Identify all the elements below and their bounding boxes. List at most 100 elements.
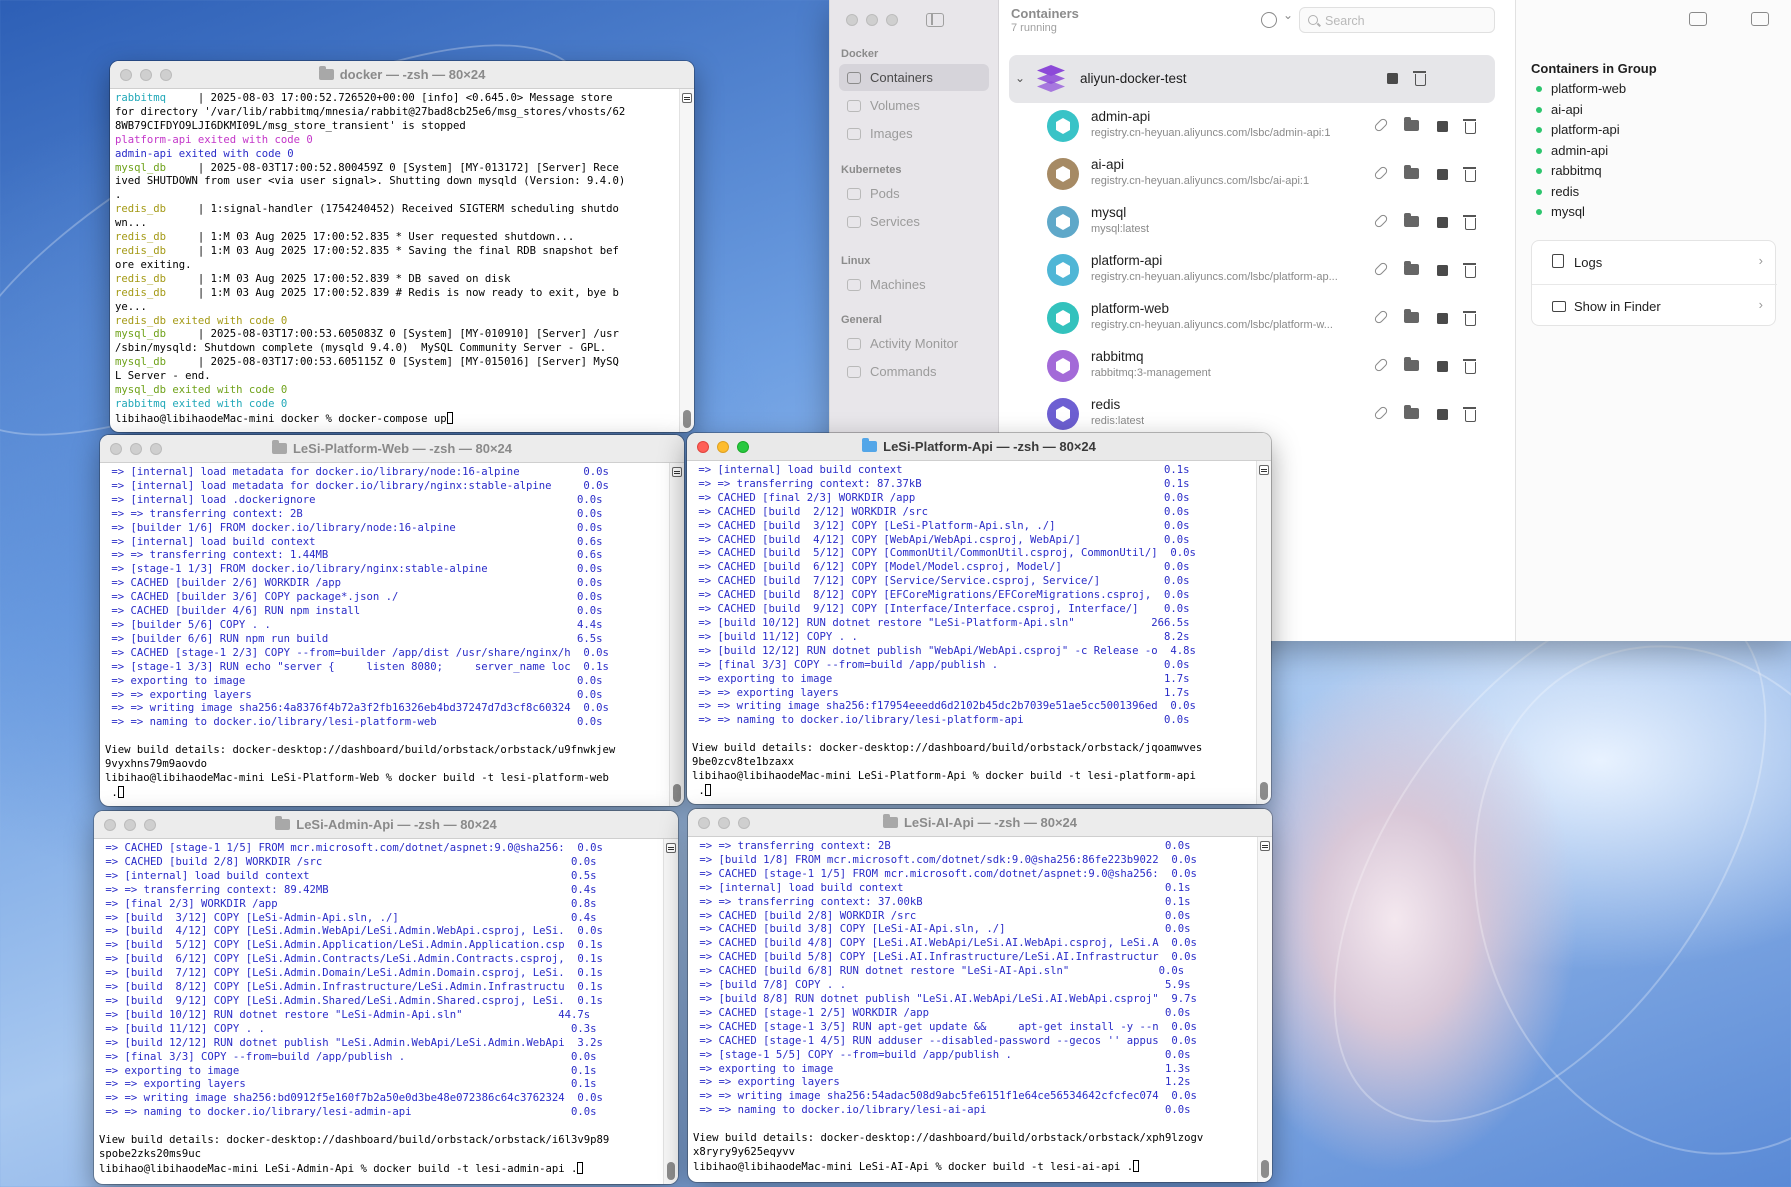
sidebar-item-containers[interactable]: Containers	[839, 64, 989, 91]
folder-icon[interactable]	[1404, 213, 1419, 227]
scrollbar[interactable]	[1257, 837, 1272, 1182]
show-in-finder-action[interactable]: Show in Finder ›	[1532, 285, 1777, 328]
sidebar-item-volumes[interactable]: Volumes	[839, 92, 989, 119]
terminal-output[interactable]: => => transferring context: 2B 0.0s => […	[688, 837, 1272, 1182]
terminal-titlebar[interactable]: LeSi-Platform-Api — -zsh — 80×24	[687, 433, 1271, 461]
container-row[interactable]: platform-api registry.cn-heyuan.aliyuncs.…	[999, 247, 1516, 295]
container-row[interactable]: platform-web registry.cn-heyuan.aliyuncs.…	[999, 295, 1516, 343]
container-row[interactable]: ai-api registry.cn-heyuan.aliyuncs.com/ls…	[999, 151, 1516, 199]
sidebar-item-activity-monitor[interactable]: Activity Monitor	[839, 330, 989, 357]
terminal-titlebar[interactable]: LeSi-Admin-Api — -zsh — 80×24	[94, 811, 678, 839]
minimize-button[interactable]	[124, 819, 136, 831]
minimize-button[interactable]	[718, 817, 730, 829]
zoom-button[interactable]	[160, 69, 172, 81]
scroll-menu-icon[interactable]	[682, 93, 692, 103]
minimize-button[interactable]	[717, 441, 729, 453]
container-group-row[interactable]: ⌄ aliyun-docker-test	[1009, 55, 1495, 103]
zoom-button[interactable]	[886, 14, 898, 26]
delete-icon[interactable]	[1463, 263, 1476, 278]
link-icon[interactable]	[1373, 357, 1389, 373]
delete-icon[interactable]	[1463, 119, 1476, 134]
sidebar-item-services[interactable]: Services	[839, 208, 989, 235]
terminal-titlebar[interactable]: docker — -zsh — 80×24	[110, 61, 694, 89]
container-row[interactable]: redis redis:latest	[999, 391, 1516, 439]
zoom-button[interactable]	[150, 443, 162, 455]
terminal-window-platform-api[interactable]: LeSi-Platform-Api — -zsh — 80×24 => [int…	[687, 433, 1271, 804]
delete-icon[interactable]	[1413, 71, 1426, 86]
scroll-thumb[interactable]	[683, 410, 691, 428]
stop-icon[interactable]	[1437, 169, 1448, 180]
stop-icon[interactable]	[1437, 361, 1448, 372]
terminal-titlebar[interactable]: LeSi-Platform-Web — -zsh — 80×24	[100, 435, 684, 463]
delete-icon[interactable]	[1463, 311, 1476, 326]
zoom-button[interactable]	[737, 441, 749, 453]
close-button[interactable]	[697, 441, 709, 453]
container-row[interactable]: rabbitmq rabbitmq:3-management	[999, 343, 1516, 391]
scroll-thumb[interactable]	[1261, 1160, 1269, 1178]
minimize-button[interactable]	[130, 443, 142, 455]
link-icon[interactable]	[1373, 165, 1389, 181]
scrollbar[interactable]	[1256, 461, 1271, 804]
delete-icon[interactable]	[1463, 167, 1476, 182]
close-button[interactable]	[110, 443, 122, 455]
zoom-button[interactable]	[144, 819, 156, 831]
terminal-output[interactable]: rabbitmq | 2025-08-03 17:00:52.726520+00…	[110, 89, 694, 432]
scroll-thumb[interactable]	[667, 1162, 675, 1180]
stop-icon[interactable]	[1437, 409, 1448, 420]
delete-icon[interactable]	[1463, 407, 1476, 422]
folder-icon[interactable]	[1404, 117, 1419, 131]
sidebar-item-pods[interactable]: Pods	[839, 180, 989, 207]
inbox-icon[interactable]	[1689, 12, 1707, 26]
link-icon[interactable]	[1373, 117, 1389, 133]
link-icon[interactable]	[1373, 261, 1389, 277]
stop-icon[interactable]	[1437, 313, 1448, 324]
terminal-window-docker[interactable]: docker — -zsh — 80×24 rabbitmq | 2025-08-…	[110, 61, 694, 432]
link-icon[interactable]	[1373, 213, 1389, 229]
search-input[interactable]: Search	[1299, 7, 1495, 33]
link-icon[interactable]	[1373, 309, 1389, 325]
stop-icon[interactable]	[1437, 121, 1448, 132]
terminal-output[interactable]: => [internal] load build context 0.1s =>…	[687, 461, 1271, 804]
close-button[interactable]	[698, 817, 710, 829]
stop-icon[interactable]	[1387, 73, 1398, 84]
filter-icon[interactable]	[1261, 8, 1293, 28]
folder-icon[interactable]	[1404, 309, 1419, 323]
minimize-button[interactable]	[140, 69, 152, 81]
terminal-output[interactable]: => CACHED [stage-1 1/5] FROM mcr.microso…	[94, 839, 678, 1184]
terminal-titlebar[interactable]: LeSi-AI-Api — -zsh — 80×24	[688, 809, 1272, 837]
scroll-menu-icon[interactable]	[1259, 465, 1269, 475]
terminal-window-admin-api[interactable]: LeSi-Admin-Api — -zsh — 80×24 => CACHED …	[94, 811, 678, 1184]
terminal-window-platform-web[interactable]: LeSi-Platform-Web — -zsh — 80×24 => [int…	[100, 435, 684, 806]
close-button[interactable]	[120, 69, 132, 81]
scrollbar[interactable]	[679, 89, 694, 432]
scroll-thumb[interactable]	[673, 784, 681, 802]
sidebar-item-commands[interactable]: Commands	[839, 358, 989, 385]
close-button[interactable]	[846, 14, 858, 26]
sidebar-toggle-icon[interactable]	[926, 13, 944, 27]
stop-icon[interactable]	[1437, 265, 1448, 276]
scrollbar[interactable]	[663, 839, 678, 1184]
zoom-button[interactable]	[738, 817, 750, 829]
folder-icon[interactable]	[1404, 405, 1419, 419]
scroll-menu-icon[interactable]	[672, 467, 682, 477]
scroll-menu-icon[interactable]	[666, 843, 676, 853]
link-icon[interactable]	[1373, 405, 1389, 421]
container-row[interactable]: admin-api registry.cn-heyuan.aliyuncs.com…	[999, 103, 1516, 151]
container-row[interactable]: mysql mysql:latest	[999, 199, 1516, 247]
scrollbar[interactable]	[669, 463, 684, 806]
scroll-menu-icon[interactable]	[1260, 841, 1270, 851]
sidebar-item-images[interactable]: Images	[839, 120, 989, 147]
folder-icon[interactable]	[1404, 357, 1419, 371]
panel-icon[interactable]	[1751, 12, 1769, 26]
folder-icon[interactable]	[1404, 165, 1419, 179]
stop-icon[interactable]	[1437, 217, 1448, 228]
terminal-output[interactable]: => [internal] load metadata for docker.i…	[100, 463, 684, 806]
delete-icon[interactable]	[1463, 215, 1476, 230]
delete-icon[interactable]	[1463, 359, 1476, 374]
scroll-thumb[interactable]	[1260, 782, 1268, 800]
close-button[interactable]	[104, 819, 116, 831]
terminal-window-ai-api[interactable]: LeSi-AI-Api — -zsh — 80×24 => => transfe…	[688, 809, 1272, 1182]
folder-icon[interactable]	[1404, 261, 1419, 275]
minimize-button[interactable]	[866, 14, 878, 26]
logs-action[interactable]: Logs ›	[1532, 241, 1777, 284]
